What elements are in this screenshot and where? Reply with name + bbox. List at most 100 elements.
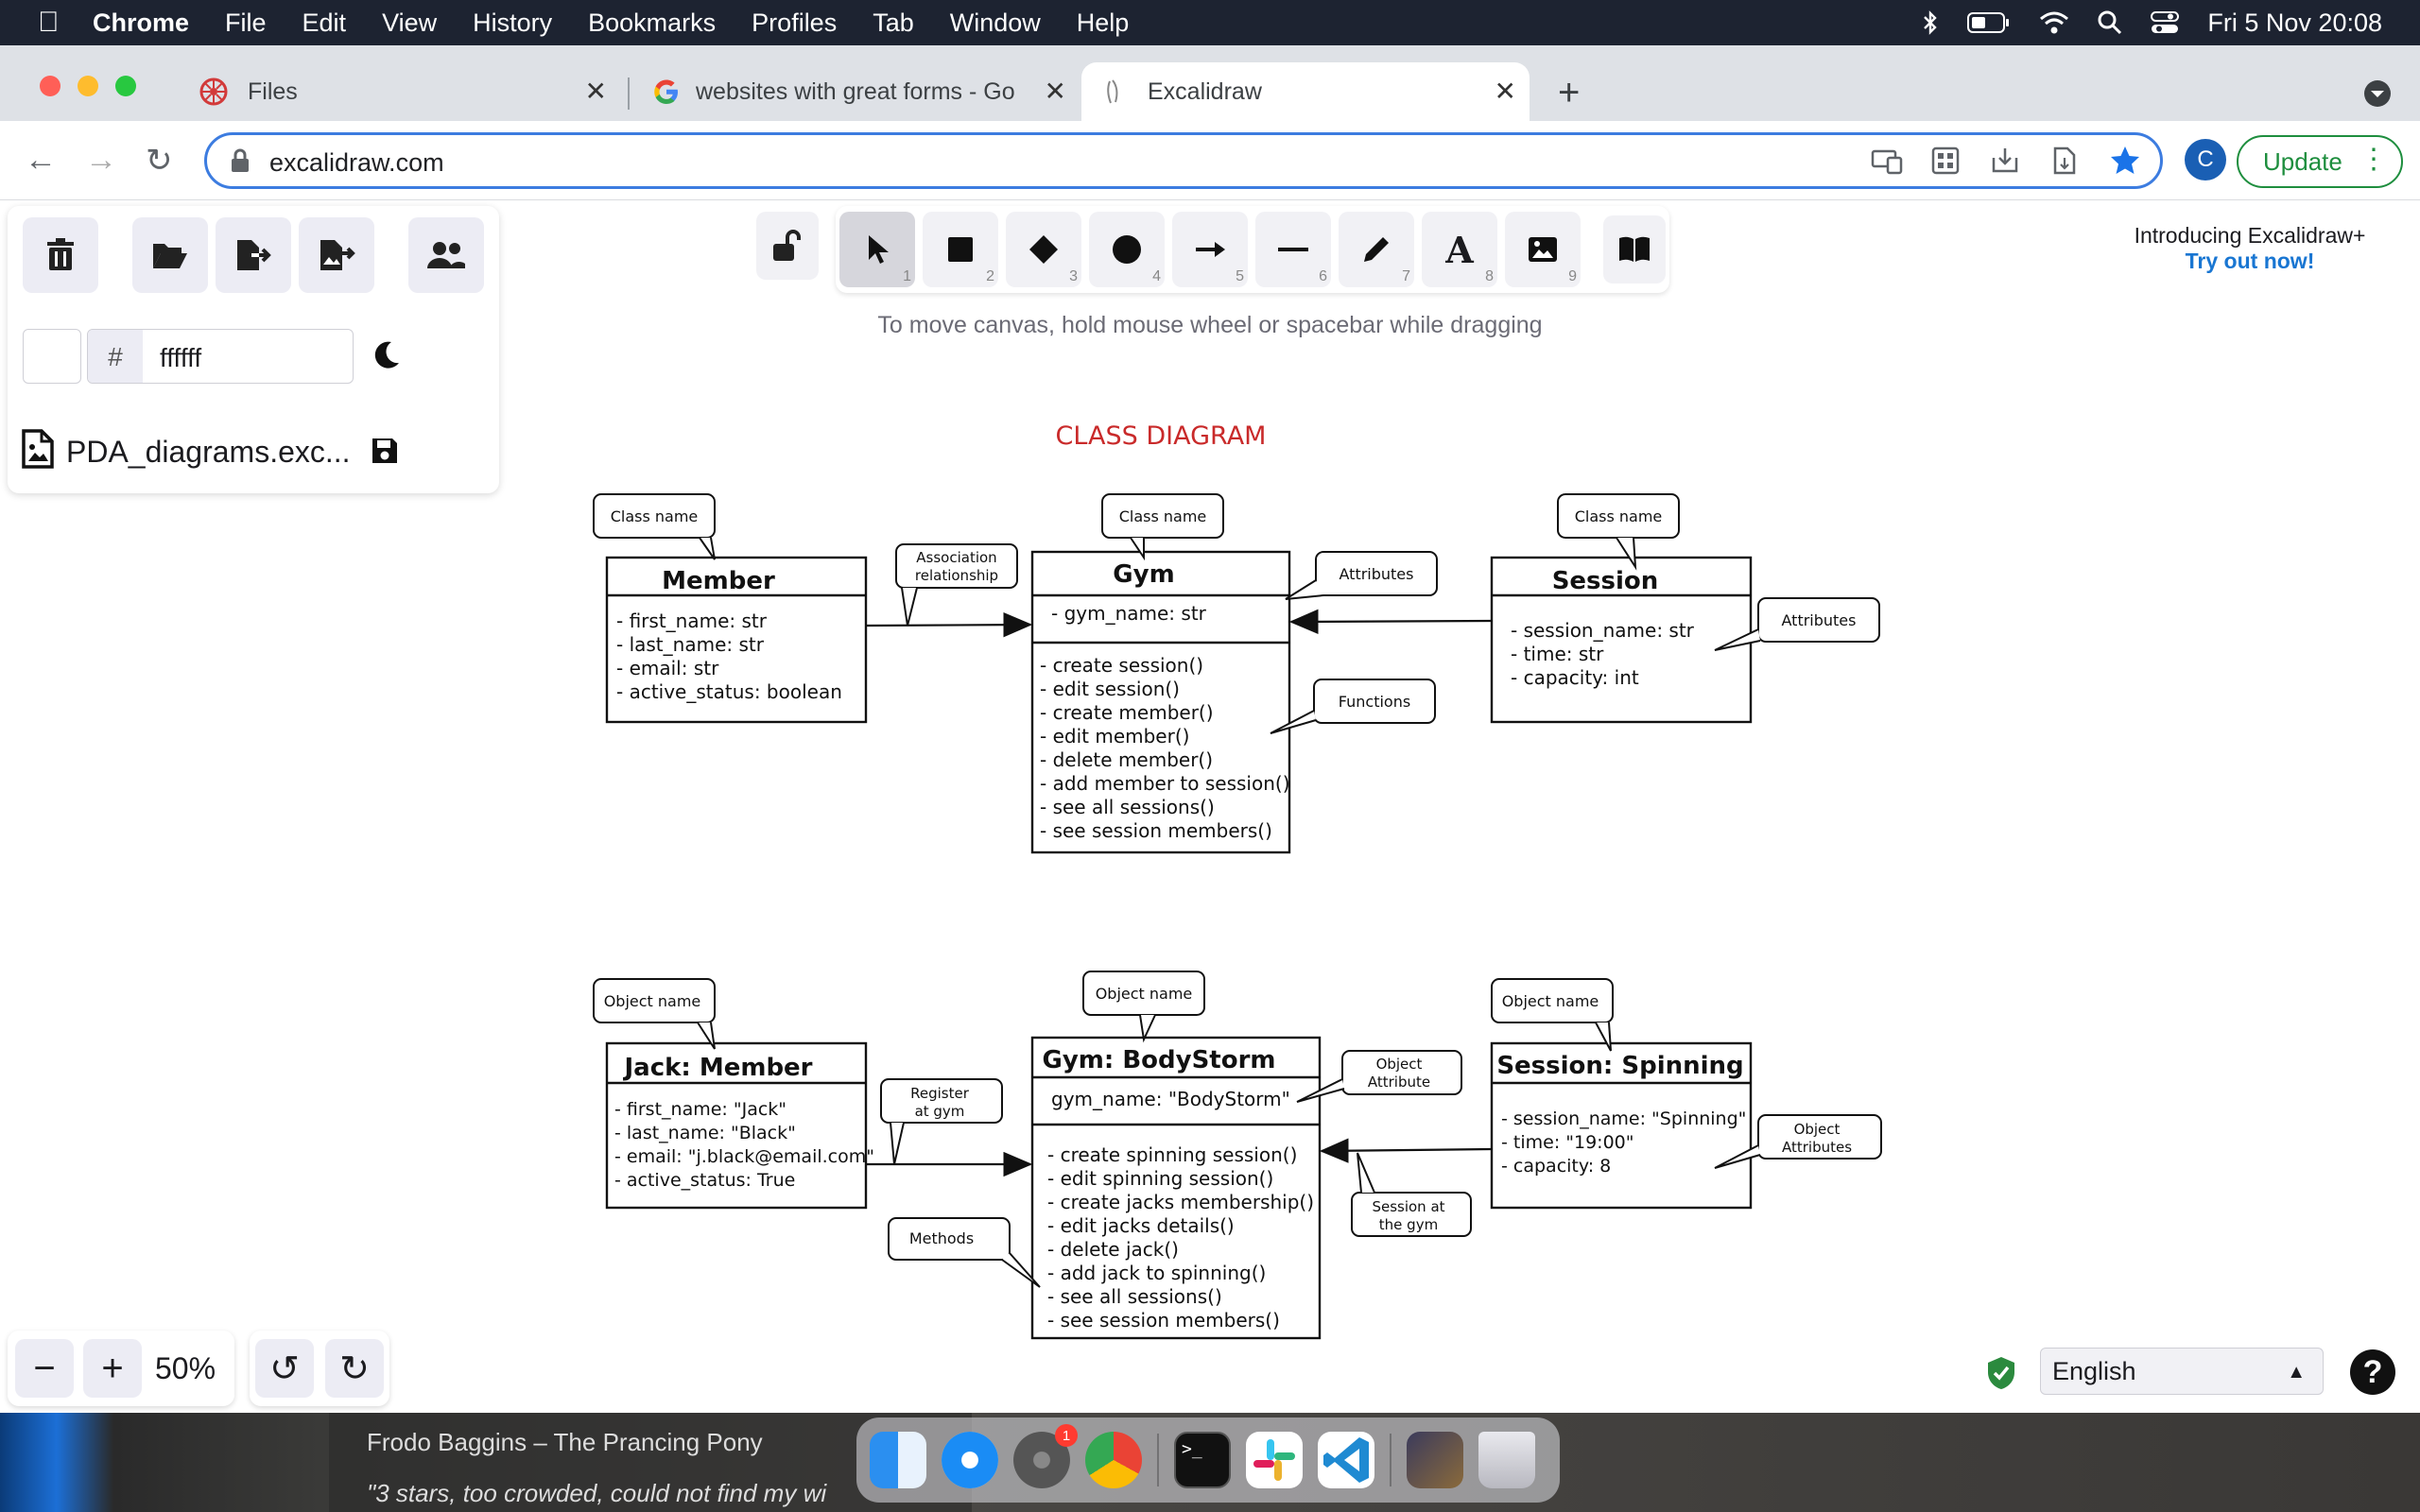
callout-text: Object name <box>1502 992 1599 1010</box>
attribute: - capacity: 8 <box>1501 1156 1611 1177</box>
chrome-icon[interactable] <box>1085 1432 1142 1488</box>
attribute: - email: "j.black@email.com" <box>614 1146 874 1167</box>
attribute: - active_status: True <box>614 1170 795 1191</box>
session-arrow[interactable] <box>1319 1138 1493 1163</box>
zoom-out-button[interactable]: − <box>15 1339 74 1398</box>
slack-icon[interactable] <box>1246 1432 1303 1488</box>
callout-object-attribute[interactable]: Object Attribute <box>1296 1050 1462 1103</box>
callout-text: the gym <box>1379 1216 1438 1233</box>
gym-class-box[interactable]: Gym - gym_name: str - create session() -… <box>1030 550 1291 854</box>
method: - create member() <box>1040 701 1214 724</box>
callout-object-name[interactable]: Object name <box>593 978 716 1050</box>
callout-class-name[interactable]: Class name <box>1557 493 1680 571</box>
method: - edit spinning session() <box>1047 1167 1273 1190</box>
object-name: Gym: BodyStorm <box>1043 1046 1276 1074</box>
callout-text: Object name <box>1096 985 1193 1003</box>
language-select[interactable]: English ▲ <box>2040 1348 2324 1395</box>
method: - add member to session() <box>1040 772 1290 795</box>
jack-object-box[interactable]: Jack: Member - first_name: "Jack" - last… <box>605 1041 874 1210</box>
encryption-shield-icon[interactable] <box>1985 1355 2017 1391</box>
callout-register-at-gym[interactable]: Register at gym <box>880 1078 1003 1165</box>
method: - create session() <box>1040 654 1203 677</box>
association-arrow[interactable] <box>1288 609 1493 635</box>
callout-text: Methods <box>909 1229 974 1247</box>
attribute: - session_name: str <box>1511 619 1695 642</box>
diagram-title: CLASS DIAGRAM <box>1056 421 1267 451</box>
attribute: - active_status: boolean <box>616 680 842 703</box>
zoom-level[interactable]: 50% <box>155 1351 216 1386</box>
bodystorm-object-box[interactable]: Gym: BodyStorm gym_name: "BodyStorm" - c… <box>1030 1036 1322 1340</box>
method: - see session members() <box>1047 1309 1280 1332</box>
callout-text: Attributes <box>1782 611 1857 629</box>
undo-redo-controls: ↺ ↻ <box>250 1331 389 1406</box>
language-value: English <box>2052 1356 2136 1385</box>
undo-icon: ↺ <box>269 1349 300 1389</box>
class-name: Session <box>1552 567 1659 595</box>
widget-quote: "3 stars, too crowded, could not find my… <box>367 1479 827 1507</box>
undo-button[interactable]: ↺ <box>255 1339 314 1398</box>
terminal-icon[interactable]: >_ <box>1174 1432 1231 1488</box>
method: - edit jacks details() <box>1047 1214 1235 1237</box>
safari-icon[interactable] <box>942 1432 998 1488</box>
callout-text: Session at <box>1372 1198 1444 1215</box>
method: - see all sessions() <box>1040 796 1215 818</box>
callout-class-name[interactable]: Class name <box>1101 493 1224 561</box>
system-preferences-icon[interactable]: 1 <box>1013 1424 1078 1488</box>
callout-text: Attributes <box>1340 565 1414 583</box>
redo-icon: ↻ <box>339 1349 370 1389</box>
attribute: - last_name: "Black" <box>614 1123 796 1143</box>
callout-functions[interactable]: Functions <box>1270 679 1436 734</box>
zoom-in-button[interactable]: + <box>83 1339 142 1398</box>
callout-text: Functions <box>1339 693 1410 711</box>
attribute: - time: str <box>1511 643 1604 665</box>
callout-text: relationship <box>915 567 998 584</box>
association-arrow[interactable] <box>865 611 1033 638</box>
trash-can-icon[interactable] <box>1478 1432 1535 1488</box>
method: - add jack to spinning() <box>1047 1262 1266 1284</box>
redo-button[interactable]: ↻ <box>325 1339 384 1398</box>
zoom-controls: − + 50% <box>8 1331 234 1406</box>
attribute: - first_name: str <box>616 610 768 632</box>
macos-dock: 1 >_ <box>856 1418 1560 1503</box>
callout-attributes[interactable]: Attributes <box>1285 551 1438 600</box>
callout-object-name[interactable]: Object name <box>1082 971 1205 1043</box>
now-playing-track: Frodo Baggins – The Prancing Pony <box>367 1428 763 1456</box>
photo-stack-icon[interactable] <box>1407 1432 1463 1488</box>
callout-text: Object <box>1794 1121 1841 1138</box>
callout-association[interactable]: Association relationship <box>895 543 1018 627</box>
object-name: Session: Spinning <box>1496 1052 1743 1080</box>
vscode-icon[interactable] <box>1318 1432 1374 1488</box>
callout-text: Association <box>916 549 996 566</box>
attribute: - capacity: int <box>1511 666 1639 689</box>
method: - delete member() <box>1040 748 1213 771</box>
callout-methods[interactable]: Methods <box>888 1217 1041 1288</box>
attribute: - email: str <box>616 657 719 679</box>
spinning-object-box[interactable]: Session: Spinning - session_name: "Spinn… <box>1490 1041 1753 1210</box>
callout-attributes[interactable]: Attributes <box>1714 597 1880 651</box>
method: - edit member() <box>1040 725 1189 747</box>
finder-icon[interactable] <box>870 1432 926 1488</box>
member-class-box[interactable]: Member - first_name: str - last_name: st… <box>605 556 868 724</box>
callout-text: Class name <box>1575 507 1663 525</box>
class-name: Gym <box>1113 560 1174 589</box>
callout-class-name[interactable]: Class name <box>593 493 716 560</box>
class-name: Member <box>662 567 775 595</box>
callout-object-name[interactable]: Object name <box>1491 978 1614 1052</box>
callout-text: Class name <box>1119 507 1207 525</box>
callout-session-at-gym[interactable]: Session at the gym <box>1351 1152 1472 1237</box>
caret-up-icon: ▲ <box>2287 1362 2306 1383</box>
dock-divider <box>1390 1434 1392 1486</box>
session-class-box[interactable]: Session - session_name: str - time: str … <box>1490 556 1753 724</box>
help-button[interactable]: ? <box>2350 1349 2395 1395</box>
attribute: - first_name: "Jack" <box>614 1099 786 1120</box>
dock-divider <box>1157 1434 1159 1486</box>
method: - create spinning session() <box>1047 1143 1297 1166</box>
attribute: - gym_name: str <box>1051 602 1207 625</box>
callout-text: Object <box>1376 1056 1423 1073</box>
callout-text: Attribute <box>1368 1074 1430 1091</box>
attribute: - time: "19:00" <box>1501 1132 1634 1153</box>
callout-text: Attributes <box>1782 1139 1852 1156</box>
method: - edit session() <box>1040 678 1180 700</box>
callout-text: Class name <box>611 507 699 525</box>
class-diagram-drawing: CLASS DIAGRAM Member - first_name: str -… <box>593 421 1882 1340</box>
